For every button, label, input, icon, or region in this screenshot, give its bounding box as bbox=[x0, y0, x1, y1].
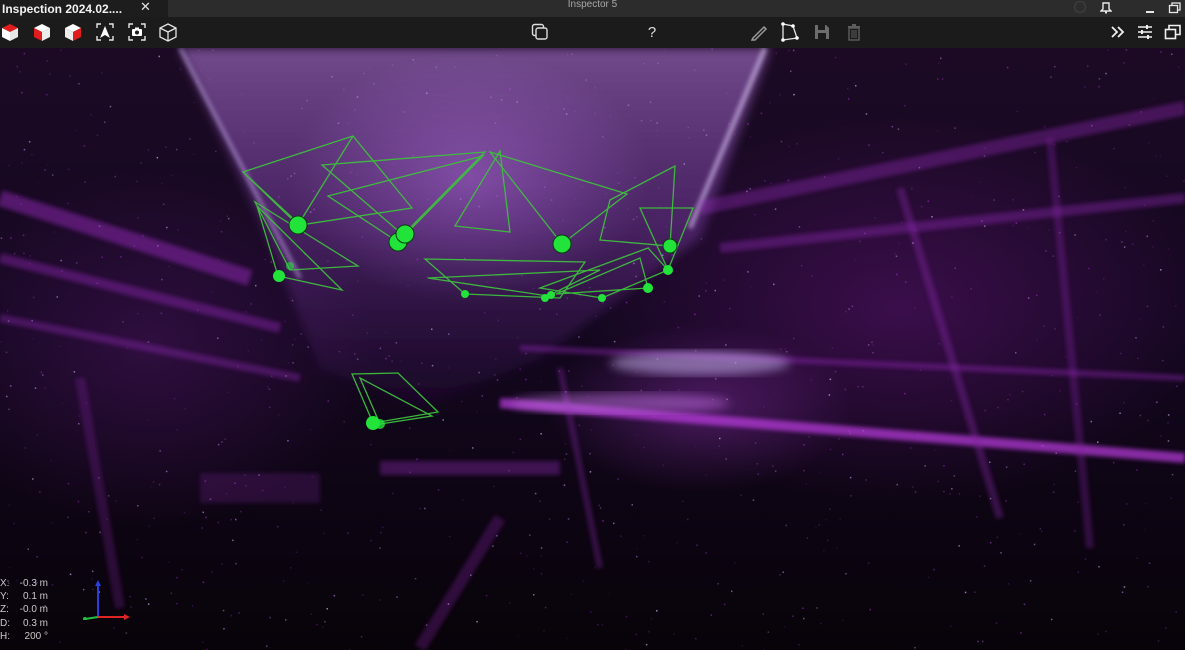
polygon-button[interactable] bbox=[779, 21, 801, 43]
readout-z: Z: -0.0 m bbox=[0, 604, 48, 616]
status-circle-icon bbox=[1072, 0, 1088, 15]
cube-right-icon bbox=[65, 24, 81, 41]
readout-y: Y: 0.1 m bbox=[0, 591, 48, 603]
polygon-icon bbox=[781, 22, 799, 42]
expand-button[interactable] bbox=[1107, 21, 1129, 43]
point-cloud-scene[interactable] bbox=[0, 48, 1185, 650]
camera-marker[interactable] bbox=[598, 294, 606, 302]
tab-title: Inspection 2024.02.... bbox=[2, 1, 123, 16]
document-tab[interactable]: Inspection 2024.02.... ✕ bbox=[0, 0, 168, 17]
bell-icon[interactable] bbox=[1098, 0, 1114, 15]
delete-button[interactable] bbox=[843, 21, 865, 43]
coordinate-readout: X: -0.3 m Y: 0.1 m Z: -0.0 m D: 0.3 m H: 200 … bbox=[0, 577, 48, 643]
camera-marker[interactable] bbox=[461, 290, 469, 298]
navigate-mode-button[interactable] bbox=[94, 21, 116, 43]
sliders-icon bbox=[1138, 25, 1152, 39]
window-title: Inspector 5 bbox=[567, 0, 618, 10]
camera-marker[interactable] bbox=[375, 419, 385, 429]
title-bar: Inspector 5 Inspection 2024.02.... ✕ bbox=[0, 0, 1185, 17]
axis-gizmo bbox=[83, 580, 130, 620]
layers-button[interactable] bbox=[529, 21, 551, 43]
save-button[interactable] bbox=[811, 21, 833, 43]
axis-z-arrow bbox=[95, 580, 101, 586]
cube-outline-icon bbox=[159, 23, 177, 42]
cube-top-icon bbox=[2, 24, 18, 41]
layers-icon bbox=[531, 23, 548, 40]
readout-heading: H: 200 ° bbox=[0, 630, 48, 642]
camera-marker[interactable] bbox=[552, 234, 572, 254]
camera-marker[interactable] bbox=[286, 262, 294, 270]
pencil-icon bbox=[750, 25, 768, 41]
axis-x-arrow bbox=[124, 614, 130, 620]
cube-left-icon bbox=[34, 24, 50, 41]
draw-button[interactable] bbox=[748, 21, 770, 43]
help-icon: ? bbox=[647, 23, 657, 41]
camera-marker[interactable] bbox=[547, 291, 555, 299]
settings-button[interactable] bbox=[1134, 21, 1156, 43]
navigation-arrow-icon bbox=[96, 23, 114, 41]
readout-x: X: -0.3 m bbox=[0, 578, 48, 589]
trash-icon bbox=[848, 24, 860, 41]
help-button[interactable]: ? bbox=[641, 21, 663, 43]
readout-distance: D: 0.3 m bbox=[0, 617, 48, 629]
double-chevron-right-icon bbox=[1111, 26, 1125, 38]
perspective-view-button[interactable] bbox=[157, 21, 179, 43]
view-right-button[interactable] bbox=[62, 21, 84, 43]
lit-platform bbox=[610, 351, 790, 375]
camera-marker[interactable] bbox=[273, 270, 285, 282]
toolbar: ? bbox=[0, 17, 1185, 48]
view-top-button[interactable] bbox=[0, 21, 21, 43]
minimize-button[interactable] bbox=[1143, 0, 1157, 15]
view-left-button[interactable] bbox=[31, 21, 53, 43]
lit-ledge bbox=[510, 393, 730, 413]
camera-marker[interactable] bbox=[395, 224, 415, 244]
window-mode-button[interactable] bbox=[1162, 21, 1184, 43]
save-icon bbox=[815, 25, 829, 39]
tab-close-button[interactable]: ✕ bbox=[140, 0, 151, 14]
camera-icon bbox=[128, 23, 146, 41]
camera-marker[interactable] bbox=[643, 283, 653, 293]
axis-y-arrow bbox=[83, 617, 87, 620]
restore-button[interactable] bbox=[1168, 0, 1182, 15]
camera-marker[interactable] bbox=[662, 238, 678, 254]
camera-marker[interactable] bbox=[663, 265, 673, 275]
screenshot-button[interactable] bbox=[126, 21, 148, 43]
point-cloud-viewport[interactable]: X: -0.3 m Y: 0.1 m Z: -0.0 m D: 0.3 m H: 200 … bbox=[0, 48, 1185, 650]
camera-marker[interactable] bbox=[288, 215, 308, 235]
restore-windows-icon bbox=[1164, 24, 1181, 40]
